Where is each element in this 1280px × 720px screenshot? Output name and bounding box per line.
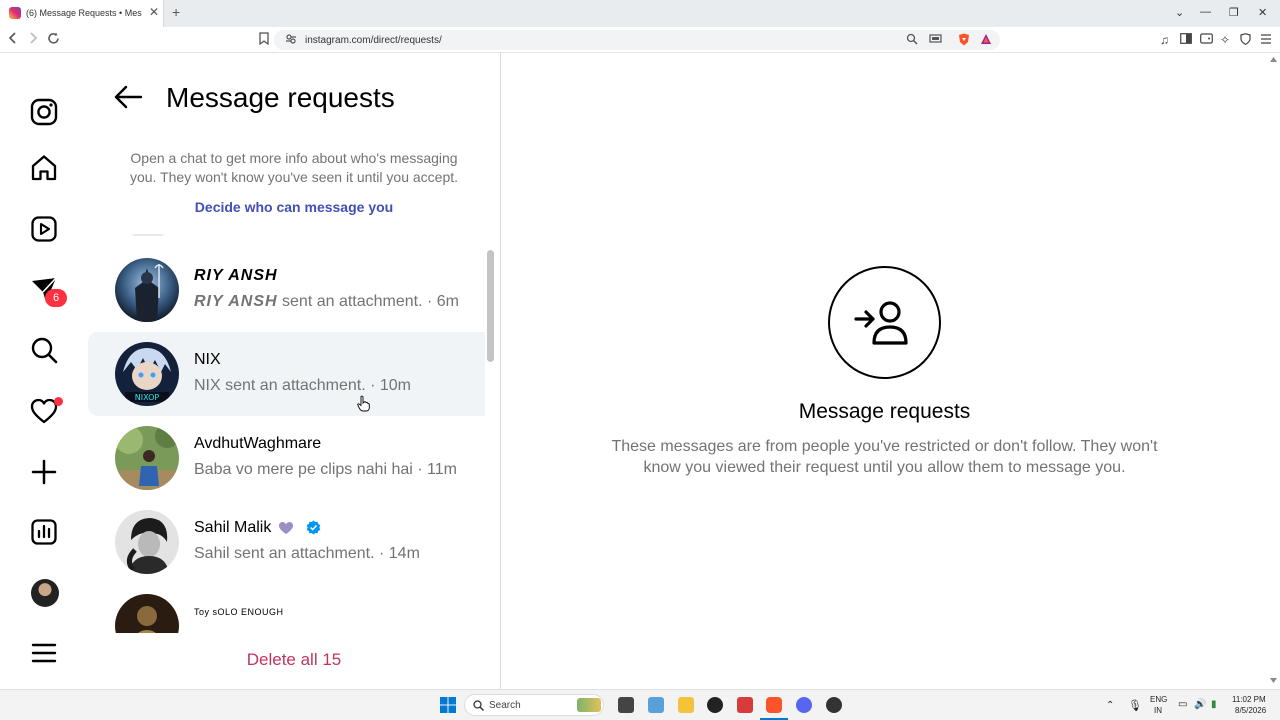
purple-heart-icon [279,522,293,534]
tab-search-chevron-icon[interactable]: ⌄ [1175,6,1184,19]
messages-unread-badge: 6 [45,289,67,307]
address-url: instagram.com/direct/requests/ [305,35,442,46]
browser-tab-bar: (6) Message Requests • Message ✕ + ⌄ — ❐… [0,0,1280,27]
app-dark-icon[interactable] [826,697,842,713]
reels-icon[interactable] [29,214,59,244]
browser-tab-active[interactable]: (6) Message Requests • Message ✕ [0,0,164,27]
decide-who-can-message-link[interactable]: Decide who can message you [88,199,500,215]
request-avatar [115,258,179,322]
instagram-logo-icon[interactable] [29,97,59,127]
taskbar-search-label: Search [489,700,521,711]
page-title: Message requests [166,82,395,113]
new-tab-button[interactable]: + [172,4,180,20]
discord-icon[interactable] [796,697,812,713]
zoom-icon[interactable] [906,33,918,48]
address-bar[interactable]: instagram.com/direct/requests/ [274,30,1000,50]
file-explorer-icon[interactable] [678,697,694,713]
windows-start-icon[interactable] [440,697,456,713]
request-row[interactable]: Sahil Malik Sahil sent an attachment. · … [88,500,485,584]
more-menu-icon[interactable] [29,638,59,668]
windows-taskbar: Search ⌃ 🎙 ENG IN ▭ 🔊 ▮ 11:02 PM 8/5/202… [0,689,1280,720]
request-avatar [115,510,179,574]
request-row[interactable]: AvdhutWaghmare Baba vo mere pe clips nah… [88,416,485,500]
person-arrow-icon [854,301,908,345]
request-name: NIX [194,351,221,368]
clock-date[interactable]: 8/5/2026 [1235,706,1266,715]
brave-shield-icon[interactable] [958,33,970,49]
language-top[interactable]: ENG [1150,695,1167,704]
back-arrow-icon[interactable] [113,84,143,110]
instagram-favicon-icon [9,7,21,19]
minimize-button[interactable]: — [1200,6,1211,18]
svg-text:NIXOP: NIXOP [135,393,160,402]
request-row[interactable]: NIXOP NIX NIX sent an attachment. · 10m [88,332,485,416]
list-scrollbar[interactable] [487,250,494,362]
cast-icon[interactable] [929,33,942,47]
widgets-icon[interactable] [648,697,664,713]
search-icon[interactable] [29,335,59,365]
request-preview-text: sent an attachment. · 6m [277,293,459,310]
requests-list: RIY ANSH RIY ANSH sent an attachment. · … [88,234,485,633]
battery-icon[interactable]: ▮ [1211,699,1217,710]
request-name: Toy sOLO ENOUGH [194,607,284,617]
tab-close-icon[interactable]: ✕ [149,5,159,19]
request-name: Sahil Malik [194,519,272,536]
taskbar-search-box[interactable]: Search [464,694,604,716]
requests-intro-text: Open a chat to get more info about who's… [129,150,459,185]
request-row[interactable]: RIY ANSH RIY ANSH sent an attachment. · … [88,248,485,332]
close-window-button[interactable]: ✕ [1258,6,1267,19]
request-preview: RIY ANSH sent an attachment. · 6m [194,293,459,311]
network-icon[interactable]: ▭ [1178,699,1187,710]
browser-nav-bar: instagram.com/direct/requests/ ♫ ✧ [0,27,1280,53]
request-avatar [115,426,179,490]
partial-avatar [130,234,166,236]
request-avatar [115,594,179,633]
wallet-icon[interactable] [1200,33,1213,47]
clock-time[interactable]: 11:02 PM [1232,695,1266,704]
leo-ai-icon[interactable]: ✧ [1220,33,1230,47]
volume-icon[interactable]: 🔊 [1194,699,1206,710]
dashboard-icon[interactable] [29,517,59,547]
create-plus-icon[interactable] [29,457,59,487]
taskbar-search-icon [473,700,484,711]
request-avatar: NIXOP [115,342,179,406]
bookmark-icon[interactable] [259,32,269,48]
maximize-button[interactable]: ❐ [1229,6,1239,19]
obs-icon[interactable] [707,697,723,713]
verified-badge-icon [306,520,321,535]
profile-avatar[interactable] [31,579,59,607]
request-name: RIY ANSH [194,267,278,284]
page-scrollbar[interactable] [1266,53,1280,689]
request-name: AvdhutWaghmare [194,435,322,452]
forward-nav-icon[interactable] [28,32,38,47]
search-highlight-icon [577,698,601,712]
vpn-shield-icon[interactable] [1240,33,1251,48]
tray-overflow-icon[interactable]: ⌃ [1106,700,1114,711]
sidebar-toggle-icon[interactable] [1180,33,1192,47]
back-nav-icon[interactable] [8,32,18,47]
task-view-icon[interactable] [618,697,634,713]
app-red-icon[interactable] [737,697,753,713]
tab-title: (6) Message Requests • Message [26,8,142,18]
request-preview: NIX sent an attachment. · 10m [194,377,411,394]
notification-dot [54,397,63,406]
request-preview-sender: RIY ANSH [194,293,278,310]
brave-browser-icon[interactable] [766,697,782,713]
hand-cursor-icon [357,395,370,412]
delete-all-button[interactable]: Delete all 15 [88,650,500,670]
home-icon[interactable] [29,153,59,183]
request-row[interactable]: Toy sOLO ENOUGH [88,584,485,633]
empty-state-title: Message requests [798,400,971,423]
request-preview: Sahil sent an attachment. · 14m [194,545,420,562]
request-preview: Baba vo mere pe clips nahi hai · 11m [194,461,457,478]
site-info-icon[interactable] [285,33,297,48]
browser-menu-icon[interactable] [1260,33,1272,47]
reload-icon[interactable] [47,32,60,48]
empty-state-description: These messages are from people you've re… [611,438,1158,476]
language-bottom[interactable]: IN [1154,706,1162,715]
music-extension-icon[interactable]: ♫ [1160,33,1169,47]
microphone-icon[interactable]: 🎙 [1128,699,1142,712]
brave-rewards-icon[interactable] [980,33,992,48]
message-requests-empty-illustration [828,266,941,379]
